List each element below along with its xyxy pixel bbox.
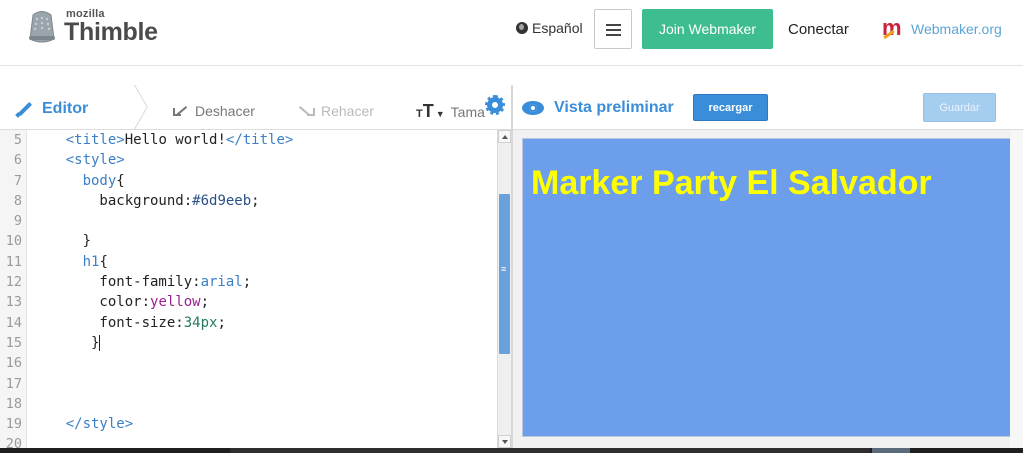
line-number: 13 [5, 294, 22, 311]
redo-label: Rehacer [321, 103, 374, 119]
code-text: h1{ [82, 253, 108, 270]
line-number: 10 [5, 233, 22, 250]
line-number: 19 [5, 416, 22, 433]
language-selector[interactable]: Español [516, 20, 583, 36]
line-number: 15 [5, 334, 22, 351]
scrollbar-thumb[interactable] [499, 194, 510, 354]
line-number: 11 [5, 253, 22, 270]
toolbar-separator [120, 85, 134, 129]
editor-scrollbar[interactable] [497, 130, 511, 448]
thimble-icon [29, 11, 55, 43]
font-size-icon: T [416, 108, 423, 120]
code-line[interactable]: 13 color:yellow; [0, 292, 497, 312]
code-text: body{ [82, 172, 125, 189]
code-line[interactable]: 17 [0, 374, 497, 394]
join-webmaker-button[interactable]: Join Webmaker [642, 9, 773, 49]
gear-icon[interactable] [485, 95, 505, 115]
font-size-selector[interactable]: TT▼ Tamaño [416, 101, 485, 122]
code-line[interactable]: 16 [0, 353, 497, 373]
line-number: 18 [5, 395, 22, 412]
line-number: 17 [5, 375, 22, 392]
code-text: font-family:arial; [32, 274, 252, 291]
code-text: font-size:34px; [32, 314, 226, 331]
code-line[interactable]: 12 font-family:arial; [0, 272, 497, 292]
redo-button[interactable]: Rehacer [298, 103, 374, 119]
code-line[interactable]: 5 <title>Hello world!</title> [0, 130, 497, 150]
logo-thimble-text: Thimble [64, 18, 158, 46]
line-number: 8 [13, 192, 22, 209]
scroll-up-icon[interactable] [498, 130, 511, 143]
code-lines: 5 <title>Hello world!</title> 6 <style> 7 … [0, 130, 497, 453]
connect-link[interactable]: Conectar [788, 21, 849, 38]
code-line[interactable]: 8 background:#6d9eeb; [0, 191, 497, 211]
preview-heading: Marker Party El Salvador [531, 164, 932, 202]
tab-preview[interactable]: Vista preliminar [522, 99, 674, 117]
code-line[interactable]: 14 font-size:34px; [0, 313, 497, 333]
webmaker-org-label: Webmaker.org [911, 21, 1002, 37]
taskbar-strip [0, 448, 1023, 453]
code-line[interactable]: 11 h1{ [0, 252, 497, 272]
code-text: <title>Hello world!</title> [65, 132, 294, 148]
preview-pane: Marker Party El Salvador [513, 130, 1023, 453]
language-label: Español [532, 20, 583, 36]
code-line[interactable]: 18 [0, 394, 497, 414]
undo-label: Deshacer [195, 103, 255, 119]
redo-arrow-icon [298, 104, 315, 118]
code-editor[interactable]: 5 <title>Hello world!</title> 6 <style> 7 … [0, 130, 497, 453]
globe-icon [516, 22, 528, 34]
line-number: 14 [5, 314, 22, 331]
line-number: 16 [5, 355, 22, 372]
line-number: 9 [13, 213, 22, 230]
code-line[interactable]: 10 } [0, 231, 497, 251]
font-size-label: Tamaño [450, 104, 485, 120]
preview-frame[interactable]: Marker Party El Salvador [522, 138, 1014, 437]
code-line[interactable]: 15 } [0, 333, 497, 353]
top-header: mozilla Thimble Español Join Webmaker Co… [0, 0, 1023, 66]
save-button[interactable]: Guardar [923, 93, 996, 122]
reload-button[interactable]: recargar [693, 94, 768, 121]
eye-icon [522, 101, 544, 115]
undo-arrow-icon [172, 104, 188, 118]
line-number: 5 [13, 132, 22, 148]
code-text: } [32, 334, 101, 351]
editor-tab-label: Editor [42, 100, 89, 117]
dropdown-arrow-icon: ▼ [435, 109, 445, 119]
webmaker-org-link[interactable]: m Webmaker.org [880, 15, 1002, 43]
code-line[interactable]: 19 </style> [0, 414, 497, 434]
preview-scrollbar[interactable] [1010, 130, 1023, 453]
scroll-down-icon[interactable] [498, 435, 511, 448]
code-line[interactable]: 9 [0, 211, 497, 231]
code-text: } [32, 233, 92, 250]
pencil-icon [16, 100, 34, 118]
code-line[interactable]: 7 body{ [0, 171, 497, 191]
code-text: <style> [65, 152, 125, 169]
tab-editor[interactable]: Editor [16, 100, 88, 118]
undo-button[interactable]: Deshacer [172, 103, 255, 119]
preview-tab-label: Vista preliminar [554, 99, 674, 116]
code-text: color:yellow; [32, 294, 210, 311]
hamburger-icon [606, 24, 621, 26]
line-number: 12 [5, 274, 22, 291]
code-text: background:#6d9eeb; [32, 192, 260, 209]
line-number: 6 [13, 152, 22, 169]
line-number: 7 [13, 172, 22, 189]
webmaker-m-icon: m [882, 15, 902, 40]
code-text: </style> [65, 416, 134, 433]
thimble-logo[interactable]: mozilla Thimble [26, 7, 158, 47]
code-line[interactable]: 6 <style> [0, 150, 497, 170]
hamburger-menu-button[interactable] [594, 9, 632, 49]
